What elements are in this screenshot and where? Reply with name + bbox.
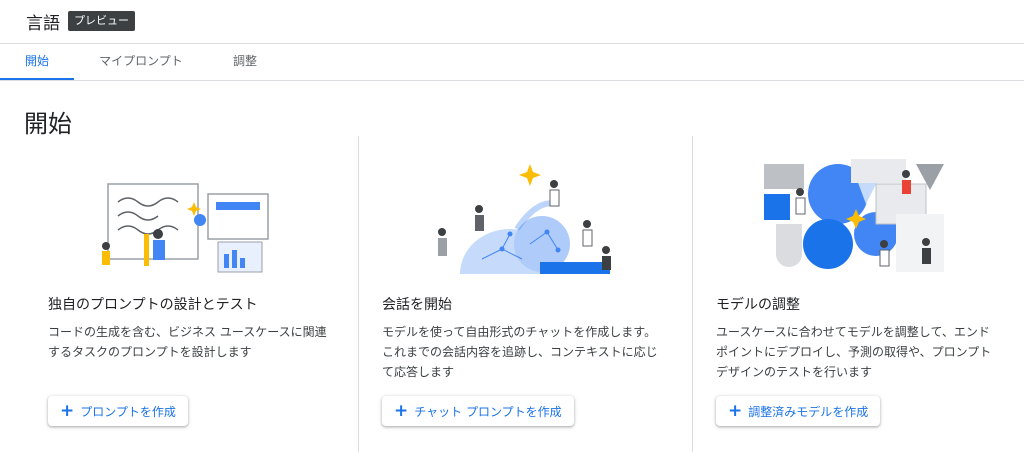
- card-description: モデルを使って自由形式のチャットを作成します。これまでの会話内容を追跡し、コンテ…: [382, 325, 658, 379]
- card-description: コードの生成を含む、ビジネス ユースケースに関連するタスクのプロンプトを設計しま…: [48, 325, 327, 359]
- card-chat: 会話を開始 モデルを使って自由形式のチャットを作成します。これまでの会話内容を追…: [382, 136, 682, 452]
- card-tune-model: モデルの調整 ユースケースに合わせてモデルを調整して、エンドポイントにデプロイし…: [716, 136, 1016, 452]
- plus-icon: +: [60, 400, 75, 421]
- preview-badge: プレビュー: [68, 11, 135, 31]
- app-title: 言語: [26, 14, 60, 34]
- tab-start[interactable]: 開始: [0, 44, 74, 80]
- card-title: モデルの調整: [716, 297, 800, 313]
- create-tuned-model-button[interactable]: + 調整済みモデルを作成: [716, 396, 881, 426]
- plus-icon: +: [728, 400, 743, 421]
- prompt-design-illustration: [102, 183, 269, 273]
- create-prompt-button[interactable]: + プロンプトを作成: [48, 396, 188, 426]
- card-design-prompt: 独自のプロンプトの設計とテスト コードの生成を含む、ビジネス ユースケースに関連…: [48, 136, 348, 452]
- card-divider: [692, 136, 693, 452]
- button-label: プロンプトを作成: [80, 404, 176, 419]
- tuning-illustration: [764, 159, 944, 272]
- tab-tuning[interactable]: 調整: [220, 44, 270, 80]
- title-bar: 言語 プレビュー: [0, 0, 1024, 44]
- card-title: 独自のプロンプトの設計とテスト: [48, 297, 258, 313]
- tab-my-prompts[interactable]: マイプロンプト: [86, 44, 196, 80]
- button-label: チャット プロンプトを作成: [414, 404, 562, 419]
- card-title: 会話を開始: [382, 297, 452, 313]
- chat-illustration: [438, 164, 611, 274]
- tab-bar: 開始 マイプロンプト 調整: [0, 44, 1024, 81]
- page-title: 開始: [24, 110, 72, 138]
- plus-icon: +: [394, 400, 409, 421]
- card-description: ユースケースに合わせてモデルを調整して、エンドポイントにデプロイし、予測の取得や…: [716, 325, 992, 379]
- button-label: 調整済みモデルを作成: [748, 404, 869, 419]
- create-chat-prompt-button[interactable]: + チャット プロンプトを作成: [382, 396, 574, 426]
- card-divider: [358, 136, 359, 452]
